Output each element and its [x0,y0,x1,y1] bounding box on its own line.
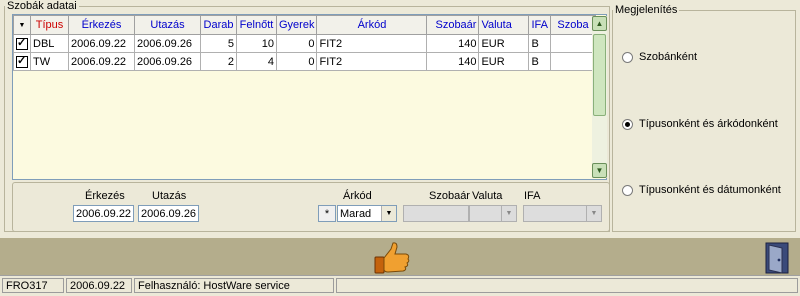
row-checkbox[interactable] [13,52,31,71]
chevron-down-icon[interactable]: ▼ [381,206,396,221]
cell-room[interactable] [549,52,596,71]
cell-departure[interactable]: 2006.09.26 [134,52,201,71]
scroll-down-icon[interactable]: ▼ [592,163,607,178]
rooms-grid[interactable]: ▼ Típus Érkezés Utazás Darab Felnőtt Gye… [12,14,607,180]
status-bar: FRO317 2006.09.22 Felhasználó: HostWare … [0,275,800,296]
button-bar [0,238,800,275]
status-date: 2006.09.22 [66,278,132,293]
arrival-input[interactable]: 2006.09.22 [73,205,134,222]
col-header-room-rate[interactable]: Szobaár [426,15,480,35]
cell-rate-code[interactable]: FIT2 [316,34,428,53]
cell-ifa[interactable]: B [528,52,551,71]
chevron-down-icon[interactable]: ▼ [586,206,601,221]
radio-option-per-room[interactable]: Szobánként [622,51,792,65]
cell-type[interactable]: DBL [30,34,69,53]
cell-arrival[interactable]: 2006.09.22 [68,52,135,71]
row-menu-button[interactable]: ▼ [13,15,31,35]
col-header-rate-code[interactable]: Árkód [316,15,428,35]
display-group-title: Megjelenítés [615,4,678,16]
col-header-type[interactable]: Típus [30,15,69,35]
cell-count[interactable]: 2 [200,52,237,71]
ok-button[interactable] [372,241,412,275]
ifa-select[interactable]: ▼ [523,205,602,222]
exit-door-icon [765,242,789,274]
cell-room-rate[interactable]: 140 [426,52,480,71]
table-row[interactable]: TW 2006.09.22 2006.09.26 2 4 0 FIT2 140 … [13,52,596,71]
radio-option-type-date[interactable]: Típusonként és dátumonként [622,184,792,198]
radio-label-per-room: Szobánként [639,51,698,63]
currency-select[interactable]: ▼ [469,205,517,222]
thumbs-up-icon [374,242,410,274]
scroll-up-icon[interactable]: ▲ [592,16,607,31]
cell-children[interactable]: 0 [275,52,318,71]
col-header-arrival[interactable]: Érkezés [68,15,135,35]
col-header-departure[interactable]: Utazás [134,15,201,35]
exit-button[interactable] [760,240,794,275]
status-code: FRO317 [2,278,64,293]
cell-rate-code[interactable]: FIT2 [316,52,428,71]
col-header-count[interactable]: Darab [200,15,237,35]
cell-count[interactable]: 5 [200,34,237,53]
departure-label: Utazás [152,190,187,202]
cell-adults[interactable]: 10 [236,34,277,53]
rate-code-select[interactable]: Marad ▼ [337,205,397,222]
currency-label: Valuta [472,190,503,202]
rooms-table: ▼ Típus Érkezés Utazás Darab Felnőtt Gye… [13,15,596,71]
room-rate-label: Szobaár [429,190,470,202]
status-spare-panel [336,278,798,293]
scroll-thumb[interactable] [593,34,606,116]
col-header-children[interactable]: Gyerek [275,15,318,35]
grid-header-row: ▼ Típus Érkezés Utazás Darab Felnőtt Gye… [13,15,596,35]
cell-currency[interactable]: EUR [478,52,530,71]
radio-type-date[interactable] [622,185,633,196]
grid-vertical-scrollbar[interactable]: ▲ ▼ [592,16,607,178]
radio-option-type-rate[interactable]: Típusonként és árkódonként [622,118,792,132]
col-header-adults[interactable]: Felnőtt [236,15,277,35]
radio-per-room[interactable] [622,52,633,63]
rooms-group-title: Szobák adatai [7,0,77,12]
room-rate-input[interactable] [403,205,469,222]
cell-arrival[interactable]: 2006.09.22 [68,34,135,53]
cell-departure[interactable]: 2006.09.26 [134,34,201,53]
radio-type-rate[interactable] [622,119,633,130]
rate-code-value: Marad [340,208,372,220]
radio-label-type-date: Típusonként és dátumonként [639,184,781,196]
departure-input[interactable]: 2006.09.26 [138,205,199,222]
radio-label-type-rate: Típusonként és árkódonként [639,118,778,130]
cell-room-rate[interactable]: 140 [426,34,480,53]
ifa-label: IFA [524,190,541,202]
rate-code-label: Árkód [343,190,372,202]
col-header-currency[interactable]: Valuta [478,15,530,35]
col-header-ifa[interactable]: IFA [528,15,551,35]
cell-adults[interactable]: 4 [236,52,277,71]
status-user: Felhasználó: HostWare service [134,278,334,293]
row-checkbox[interactable] [13,34,31,53]
cell-room[interactable] [549,34,596,53]
cell-ifa[interactable]: B [528,34,551,53]
chevron-down-icon[interactable]: ▼ [501,206,516,221]
cell-type[interactable]: TW [30,52,69,71]
cell-currency[interactable]: EUR [478,34,530,53]
arrival-label: Érkezés [85,190,125,202]
col-header-room[interactable]: Szoba [549,15,596,35]
cell-children[interactable]: 0 [275,34,318,53]
table-row[interactable]: DBL 2006.09.22 2006.09.26 5 10 0 FIT2 14… [13,34,596,53]
rate-code-lookup-button[interactable]: * [318,205,336,222]
